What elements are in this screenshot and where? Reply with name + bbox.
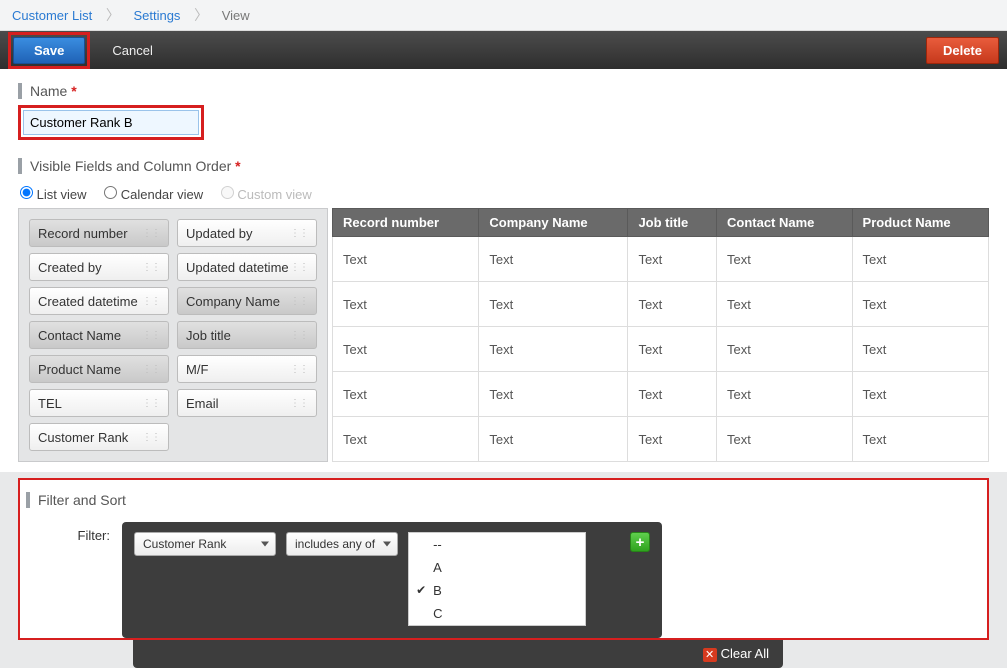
table-cell: Text: [717, 417, 853, 462]
filter-option[interactable]: C: [409, 602, 585, 625]
field-palette: Record number⋮⋮ Created by⋮⋮ Created datet…: [18, 208, 328, 462]
table-cell: Text: [333, 327, 479, 372]
field-chip[interactable]: Email⋮⋮: [177, 389, 317, 417]
field-chip[interactable]: Contact Name⋮⋮: [29, 321, 169, 349]
grip-icon: ⋮⋮: [142, 262, 160, 273]
grip-icon: ⋮⋮: [142, 296, 160, 307]
grip-icon: ⋮⋮: [142, 330, 160, 341]
field-chip[interactable]: Job title⋮⋮: [177, 321, 317, 349]
grip-icon: ⋮⋮: [142, 364, 160, 375]
filter-field-select[interactable]: Customer Rank: [134, 532, 276, 556]
check-icon: ✔: [416, 583, 426, 597]
breadcrumb: Customer List 〉 Settings 〉 View: [0, 0, 1007, 31]
filter-label: Filter:: [22, 522, 122, 543]
table-cell: Text: [717, 282, 853, 327]
crumb-sep: 〉: [194, 7, 208, 23]
table-cell: Text: [479, 372, 628, 417]
preview-table: Record numberCompany NameJob titleContac…: [332, 208, 989, 462]
crumb-view: View: [222, 8, 250, 23]
table-cell: Text: [852, 417, 988, 462]
field-chip[interactable]: M/F⋮⋮: [177, 355, 317, 383]
field-chip[interactable]: Created datetime⋮⋮: [29, 287, 169, 315]
action-bar: Save Cancel Delete: [0, 31, 1007, 69]
filter-option[interactable]: A: [409, 556, 585, 579]
grip-icon: ⋮⋮: [290, 330, 308, 341]
table-cell: Text: [333, 282, 479, 327]
table-cell: Text: [852, 372, 988, 417]
table-cell: Text: [479, 417, 628, 462]
table-row: TextTextTextTextText: [333, 327, 989, 372]
table-cell: Text: [717, 237, 853, 282]
table-cell: Text: [852, 282, 988, 327]
field-chip[interactable]: Updated datetime⋮⋮: [177, 253, 317, 281]
radio-custom-view: Custom view: [221, 187, 312, 202]
caret-icon: [383, 542, 391, 547]
filter-value-list[interactable]: --A✔BC: [408, 532, 586, 626]
grip-icon: ⋮⋮: [290, 364, 308, 375]
field-chip[interactable]: Company Name⋮⋮: [177, 287, 317, 315]
column-header: Job title: [628, 209, 717, 237]
delete-button[interactable]: Delete: [926, 37, 999, 64]
table-row: TextTextTextTextText: [333, 372, 989, 417]
column-header: Product Name: [852, 209, 988, 237]
table-cell: Text: [479, 237, 628, 282]
grip-icon: ⋮⋮: [290, 398, 308, 409]
crumb-sep: 〉: [106, 7, 120, 23]
table-cell: Text: [628, 372, 717, 417]
save-highlight: Save: [8, 32, 90, 69]
field-chip[interactable]: Customer Rank⋮⋮: [29, 423, 169, 451]
table-cell: Text: [628, 417, 717, 462]
table-cell: Text: [717, 372, 853, 417]
name-input-highlight: [18, 105, 204, 140]
grip-icon: ⋮⋮: [290, 262, 308, 273]
grip-icon: ⋮⋮: [290, 296, 308, 307]
filter-body: Customer Rank includes any of --A✔BC +: [122, 522, 662, 638]
table-cell: Text: [333, 417, 479, 462]
table-row: TextTextTextTextText: [333, 417, 989, 462]
cancel-button[interactable]: Cancel: [112, 43, 152, 58]
field-chip[interactable]: Created by⋮⋮: [29, 253, 169, 281]
table-cell: Text: [852, 237, 988, 282]
crumb-settings[interactable]: Settings: [133, 8, 180, 23]
add-filter-button[interactable]: +: [630, 532, 650, 552]
field-chip[interactable]: Updated by⋮⋮: [177, 219, 317, 247]
filter-section-highlight: Filter and Sort Filter: Customer Rank in…: [18, 478, 989, 640]
table-cell: Text: [852, 327, 988, 372]
visible-fields-label: Visible Fields and Column Order *: [18, 158, 989, 174]
table-row: TextTextTextTextText: [333, 282, 989, 327]
column-header: Contact Name: [717, 209, 853, 237]
table-cell: Text: [479, 327, 628, 372]
table-cell: Text: [628, 327, 717, 372]
field-chip[interactable]: Record number⋮⋮: [29, 219, 169, 247]
table-cell: Text: [628, 282, 717, 327]
grip-icon: ⋮⋮: [142, 398, 160, 409]
grip-icon: ⋮⋮: [142, 432, 160, 443]
table-cell: Text: [333, 237, 479, 282]
clear-all-bar[interactable]: ✕Clear All: [133, 640, 783, 668]
grip-icon: ⋮⋮: [142, 228, 160, 239]
view-type-radios: List view Calendar view Custom view: [18, 180, 989, 208]
caret-icon: [261, 542, 269, 547]
field-chip[interactable]: TEL⋮⋮: [29, 389, 169, 417]
column-header: Record number: [333, 209, 479, 237]
name-input[interactable]: [23, 110, 199, 135]
field-chip[interactable]: Product Name⋮⋮: [29, 355, 169, 383]
crumb-customer-list[interactable]: Customer List: [12, 8, 92, 23]
filter-option[interactable]: ✔B: [409, 579, 585, 602]
radio-calendar-view[interactable]: Calendar view: [104, 187, 203, 202]
filter-sort-title: Filter and Sort: [26, 492, 985, 508]
table-row: TextTextTextTextText: [333, 237, 989, 282]
table-cell: Text: [717, 327, 853, 372]
table-cell: Text: [479, 282, 628, 327]
filter-operator-select[interactable]: includes any of: [286, 532, 398, 556]
column-header: Company Name: [479, 209, 628, 237]
close-icon: ✕: [703, 648, 717, 662]
save-button[interactable]: Save: [13, 37, 85, 64]
table-cell: Text: [333, 372, 479, 417]
filter-option[interactable]: --: [409, 533, 585, 556]
name-label: Name *: [18, 83, 989, 99]
grip-icon: ⋮⋮: [290, 228, 308, 239]
table-cell: Text: [628, 237, 717, 282]
radio-list-view[interactable]: List view: [20, 187, 86, 202]
